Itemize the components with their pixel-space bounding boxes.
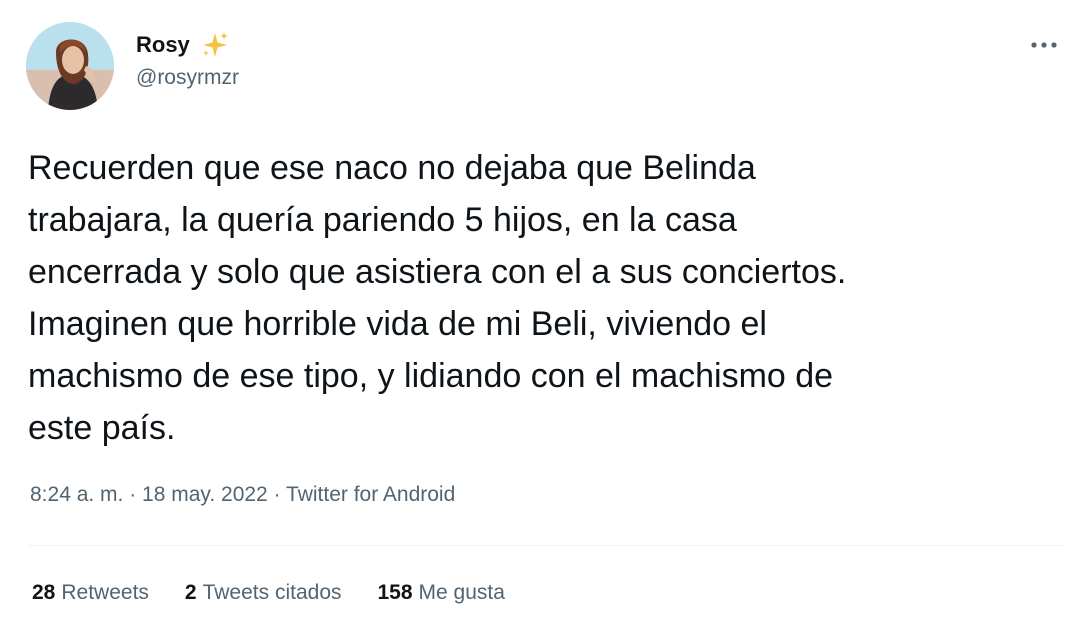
quote-tweets-stat[interactable]: 2 Tweets citados bbox=[185, 578, 342, 608]
author-block[interactable]: Rosy @rosyrmzr bbox=[136, 30, 239, 92]
tweet-timestamp[interactable]: 8:24 a. m. · 18 may. 2022 · Twitter for … bbox=[30, 480, 455, 510]
likes-count: 158 bbox=[377, 581, 413, 604]
display-name[interactable]: Rosy bbox=[136, 30, 190, 60]
likes-stat[interactable]: 158 Me gusta bbox=[378, 578, 505, 608]
quote-tweets-count: 2 bbox=[184, 581, 197, 604]
tweet-card: Rosy @rosyrmzr Recuerden que ese naco no… bbox=[0, 0, 1092, 620]
tweet-text: Recuerden que ese naco no dejaba que Bel… bbox=[28, 149, 847, 447]
retweets-count: 28 bbox=[32, 581, 56, 604]
sparkles-icon bbox=[200, 30, 230, 60]
engagement-stats: 28 Retweets 2 Tweets citados 158 Me gusta bbox=[32, 578, 505, 608]
avatar-image bbox=[26, 22, 114, 110]
divider bbox=[28, 545, 1064, 546]
avatar[interactable] bbox=[26, 22, 114, 110]
retweets-stat[interactable]: 28 Retweets bbox=[32, 578, 149, 608]
retweets-label: Retweets bbox=[61, 581, 149, 604]
more-options-button[interactable] bbox=[1026, 30, 1062, 60]
likes-label: Me gusta bbox=[418, 581, 505, 604]
quote-tweets-label: Tweets citados bbox=[202, 581, 342, 604]
user-handle[interactable]: @rosyrmzr bbox=[136, 64, 239, 92]
ellipsis-icon bbox=[1031, 42, 1057, 48]
